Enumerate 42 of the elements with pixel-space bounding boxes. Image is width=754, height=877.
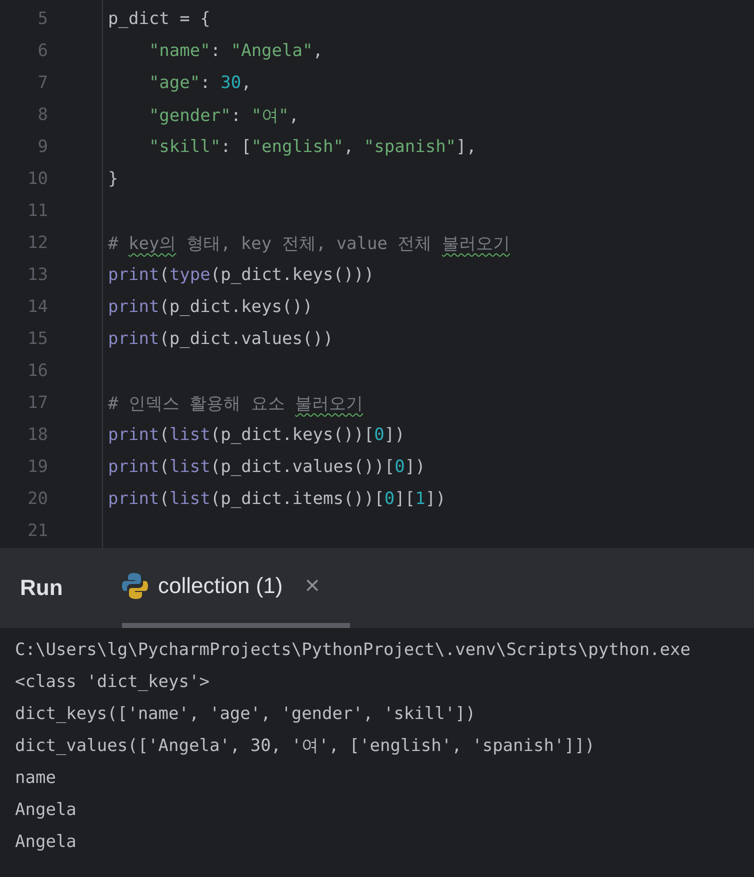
line-number: 10 (26, 169, 48, 189)
line-number: 9 (36, 137, 48, 157)
line-number: 13 (26, 265, 48, 285)
code-line: "skill": ["english", "spanish"], (148, 137, 477, 157)
line-number: 6 (36, 41, 48, 61)
line-number: 17 (26, 393, 48, 413)
code-line: print(p_dict.keys()) (108, 297, 313, 317)
code-line: print(list(p_dict.values())[0]) (108, 457, 426, 477)
close-button[interactable]: × (304, 570, 350, 601)
code-line: print(p_dict.values()) (108, 329, 334, 349)
code-line: # 인덱스 활용해 요소 불러오기 (108, 392, 364, 414)
line-number: 11 (26, 201, 48, 221)
line-number: 7 (36, 73, 48, 93)
code-line: p_dict = { (108, 9, 210, 29)
line-number: 5 (36, 9, 48, 29)
python-icon (122, 572, 148, 600)
line-number: 16 (26, 361, 48, 381)
console-line: Angela (14, 831, 78, 854)
console-line: <class 'dict_keys'> (14, 671, 210, 694)
console-line: dict_keys(['name', 'age', 'gender', 'skill']) (14, 703, 477, 726)
line-number: 12 (26, 233, 48, 253)
panel-title: Run (20, 575, 64, 601)
console-line: dict_values(['Angela', 30, '여', ['english', 'spanish']]) (14, 735, 596, 758)
code-line: "gender": "여", (148, 104, 300, 126)
console-line: Angela (14, 799, 78, 822)
line-number: 19 (26, 457, 48, 477)
code-line: "age": 30, (148, 73, 252, 93)
code-line: print(type(p_dict.keys())) (108, 265, 374, 285)
code-line: # key의 형태, key 전체, value 전체 불러오기 (108, 232, 510, 254)
console-line: name (14, 767, 57, 790)
line-number: 8 (36, 105, 48, 125)
line-number: 20 (26, 489, 48, 509)
code-line: } (108, 169, 118, 189)
line-number: 18 (26, 425, 48, 445)
code-line: print(list(p_dict.items())[0][1]) (108, 489, 446, 509)
code-line: print(list(p_dict.keys())[0]) (108, 425, 405, 445)
line-number: 15 (26, 329, 48, 349)
line-number: 21 (26, 521, 48, 541)
line-number: 14 (26, 297, 48, 317)
run-tab[interactable]: collection (1) × (122, 548, 350, 628)
code-line: "name": "Angela", (148, 41, 323, 61)
console-line: C:\Users\lg\PycharmProjects\PythonProject\.venv\Scripts\python.exe (14, 639, 692, 662)
